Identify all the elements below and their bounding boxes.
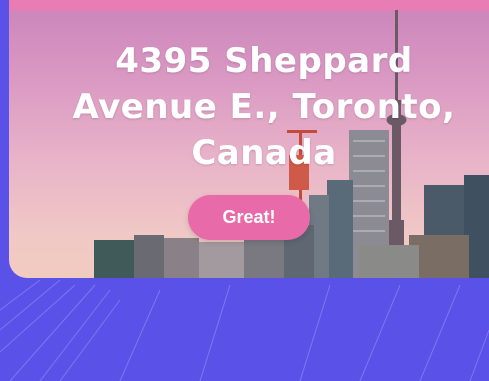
- great-button[interactable]: Great!: [188, 195, 310, 240]
- address-headline: 4395 Sheppard Avenue E., Toronto, Canada: [72, 41, 456, 173]
